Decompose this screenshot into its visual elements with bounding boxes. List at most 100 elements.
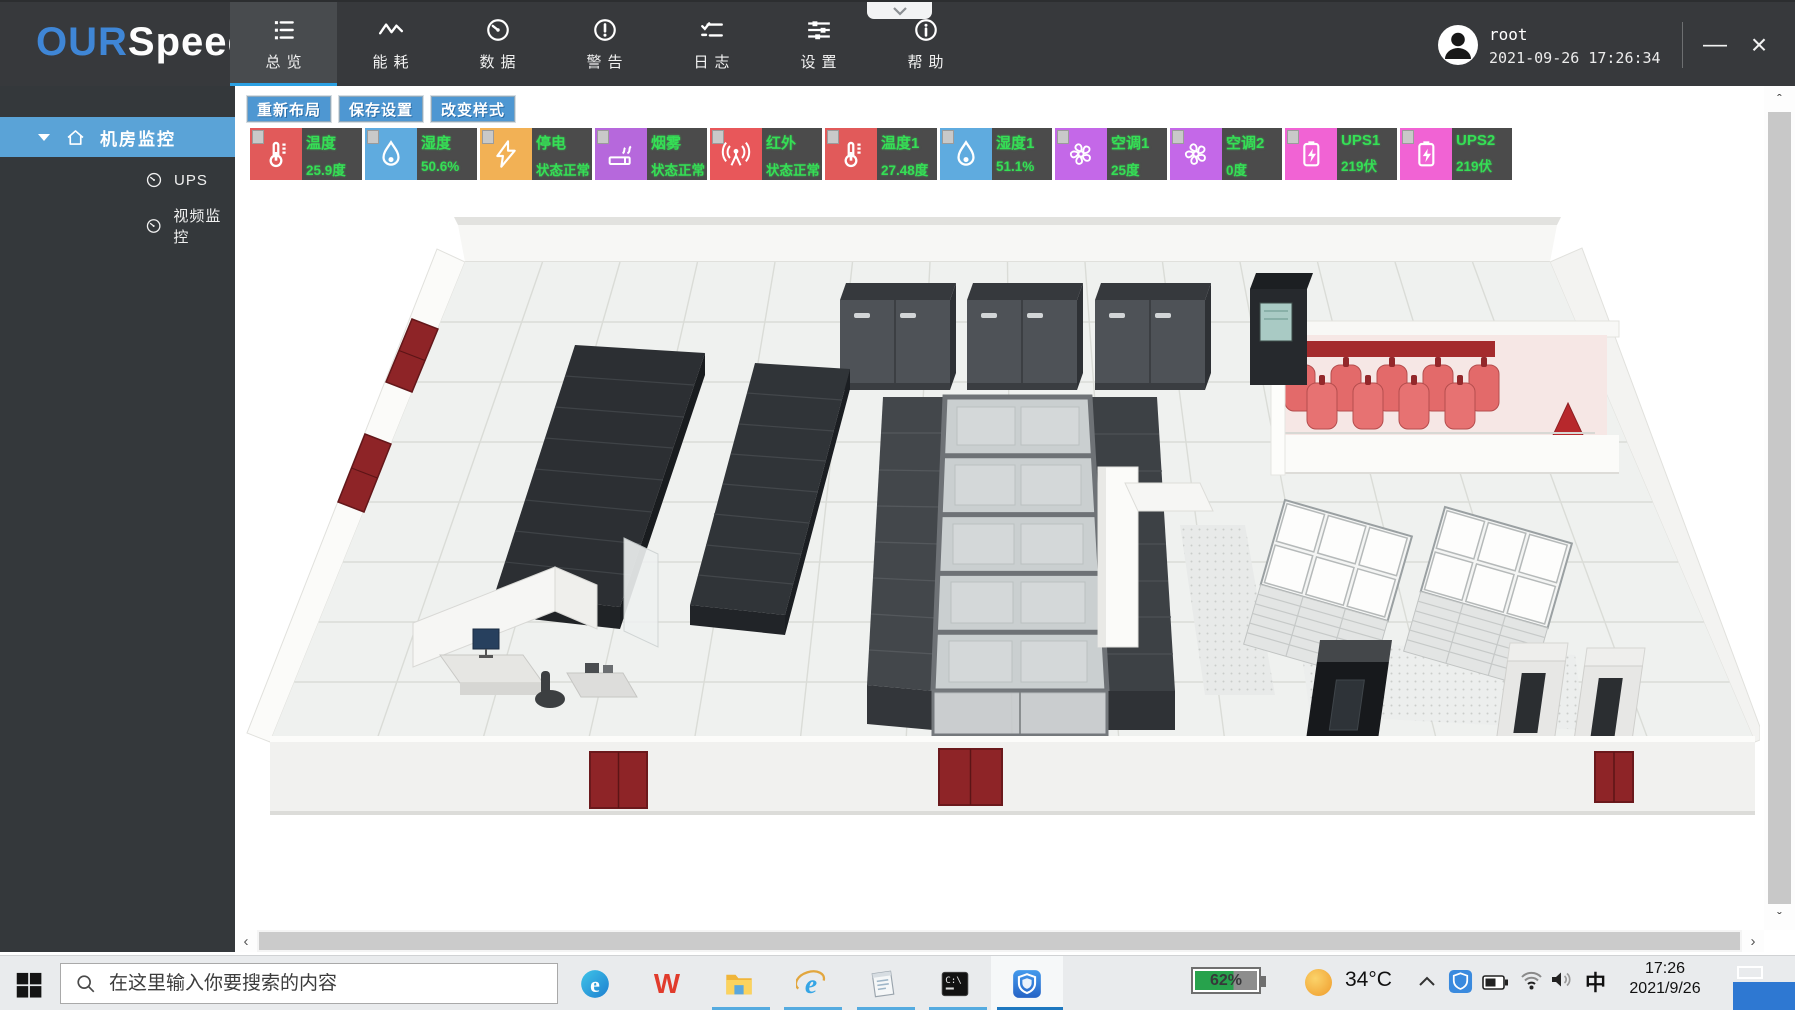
- internet-explorer-icon[interactable]: e: [775, 956, 847, 1010]
- tile-badge: [1172, 130, 1184, 144]
- scroll-right-button[interactable]: ›: [1742, 930, 1764, 952]
- monitor: [473, 629, 499, 649]
- file-explorer-icon[interactable]: [703, 956, 775, 1010]
- tile-badge: [252, 130, 264, 144]
- scroll-left-button[interactable]: ‹: [235, 930, 257, 952]
- tile-badge: [1057, 130, 1069, 144]
- back-wall: [458, 225, 1557, 262]
- gauge-icon: [485, 17, 511, 43]
- tab-label: 帮助: [901, 51, 949, 72]
- caret-down-icon: [38, 134, 50, 141]
- alert-icon: [592, 17, 618, 43]
- glass-roof: [933, 397, 1107, 691]
- sensor-tile-smoke[interactable]: 烟雾状态正常: [595, 128, 707, 180]
- tab-energy[interactable]: 能耗: [337, 2, 444, 88]
- tab-alert[interactable]: 警告: [551, 2, 658, 88]
- sidebar: 机房监控 UPS 视频监控: [0, 86, 235, 952]
- sensor-tile-ac-2[interactable]: 空调20度: [1170, 128, 1282, 180]
- notepad-icon[interactable]: [847, 956, 919, 1010]
- minimize-button[interactable]: —: [1696, 26, 1734, 64]
- tile-badge: [827, 130, 839, 144]
- taskbar-clock[interactable]: 17:26 2021/9/26: [1613, 960, 1717, 998]
- sidebar-item-label: 视频监控: [173, 205, 235, 247]
- tab-label: 设置: [794, 51, 842, 72]
- tab-data[interactable]: 数据: [444, 2, 551, 88]
- peek-window: [1733, 982, 1795, 1010]
- change-style-button[interactable]: 改变样式: [431, 96, 515, 122]
- sidebar-item-room-monitor[interactable]: 机房监控: [0, 117, 235, 157]
- smoke-icon: [605, 138, 637, 170]
- search-input[interactable]: [109, 973, 557, 995]
- horizontal-scrollbar[interactable]: ‹ ›: [235, 930, 1764, 952]
- sensor-tile-ups-2[interactable]: UPS2219伏: [1400, 128, 1512, 180]
- close-button[interactable]: ×: [1740, 26, 1778, 64]
- sidebar-item-ups[interactable]: UPS: [0, 157, 235, 203]
- tray-security-icon[interactable]: [1448, 969, 1473, 994]
- back-wall-top: [454, 217, 1561, 225]
- terminal-icon[interactable]: C:\: [919, 956, 991, 1010]
- tile-badge: [1402, 130, 1414, 144]
- main-content: 重新布局 保存设置 改变样式 温度25.9度 湿度50.6%: [235, 86, 1795, 952]
- sliders-icon: [806, 17, 832, 43]
- tab-label: 警告: [580, 51, 628, 72]
- scroll-down-button[interactable]: ˇ: [1764, 904, 1795, 930]
- avatar[interactable]: [1437, 24, 1479, 66]
- user-name: root: [1489, 25, 1661, 44]
- vertical-scrollbar[interactable]: ˆ ˇ: [1764, 86, 1795, 930]
- show-desktop-button[interactable]: [1737, 966, 1763, 979]
- tile-badge: [712, 130, 724, 144]
- weather-temperature[interactable]: 34°C: [1345, 968, 1392, 992]
- scroll-up-button[interactable]: ˆ: [1764, 86, 1795, 112]
- chair: [535, 690, 565, 708]
- wps-icon[interactable]: W: [631, 956, 703, 1010]
- chevron-down-icon: [892, 6, 908, 16]
- security-app-icon[interactable]: [991, 956, 1063, 1010]
- sidebar-item-label: 机房监控: [100, 125, 176, 150]
- tab-settings[interactable]: 设置: [765, 2, 872, 88]
- sensor-tile-temperature-1[interactable]: 温度127.48度: [825, 128, 937, 180]
- tab-overview[interactable]: 总览: [230, 2, 337, 88]
- collapse-header-tab[interactable]: [867, 2, 932, 19]
- taskbar-search[interactable]: [60, 963, 558, 1004]
- fan-icon: [1065, 138, 1097, 170]
- sensor-tile-temperature[interactable]: 温度25.9度: [250, 128, 362, 180]
- weather-sun-icon[interactable]: [1305, 969, 1332, 996]
- tray-chevron-up-icon[interactable]: [1418, 976, 1436, 987]
- partition-wall: [1271, 435, 1619, 473]
- sensor-tile-ups-1[interactable]: UPS1219伏: [1285, 128, 1397, 180]
- start-button[interactable]: [15, 970, 43, 998]
- list-icon: [271, 17, 297, 43]
- sidebar-item-video-monitor[interactable]: 视频监控: [0, 203, 235, 249]
- thermometer-icon: [835, 138, 867, 170]
- battery-percent-badge[interactable]: 62%: [1191, 967, 1261, 994]
- horizontal-scrollbar-thumb[interactable]: [259, 932, 1740, 950]
- vertical-scrollbar-thumb[interactable]: [1768, 112, 1791, 904]
- sensor-tile-power-failure[interactable]: 停电状态正常: [480, 128, 592, 180]
- relayout-button[interactable]: 重新布局: [247, 96, 331, 122]
- sensor-tile-humidity-1[interactable]: 湿度151.1%: [940, 128, 1052, 180]
- crac-unit: [967, 283, 1083, 390]
- ime-indicator[interactable]: 中: [1585, 967, 1606, 997]
- tab-label: 日志: [687, 51, 735, 72]
- app-logo: OURSpeed: [36, 20, 253, 65]
- tray-wifi-icon[interactable]: [1520, 970, 1543, 991]
- sensor-tile-ac-1[interactable]: 空调125度: [1055, 128, 1167, 180]
- tray-battery-icon[interactable]: [1482, 974, 1509, 991]
- svg-text:e: e: [590, 972, 600, 997]
- crac-unit: [840, 283, 956, 390]
- tray-speaker-icon[interactable]: [1551, 970, 1574, 989]
- sensor-tile-infrared[interactable]: 红外状态正常: [710, 128, 822, 180]
- save-settings-button[interactable]: 保存设置: [339, 96, 423, 122]
- thermometer-icon: [260, 138, 292, 170]
- tile-badge: [942, 130, 954, 144]
- sensor-tile-humidity[interactable]: 湿度50.6%: [365, 128, 477, 180]
- sidebar-item-label: UPS: [174, 172, 208, 189]
- tab-label: 能耗: [366, 51, 414, 72]
- crac-units: [840, 283, 1211, 390]
- search-icon: [75, 973, 97, 995]
- battery-icon: [1410, 138, 1442, 170]
- tab-log[interactable]: 日志: [658, 2, 765, 88]
- app-window: OURSpeed 总览 能耗 数据 警告 日志: [0, 0, 1795, 1010]
- edge-icon[interactable]: e: [559, 956, 631, 1010]
- fan-icon: [1180, 138, 1212, 170]
